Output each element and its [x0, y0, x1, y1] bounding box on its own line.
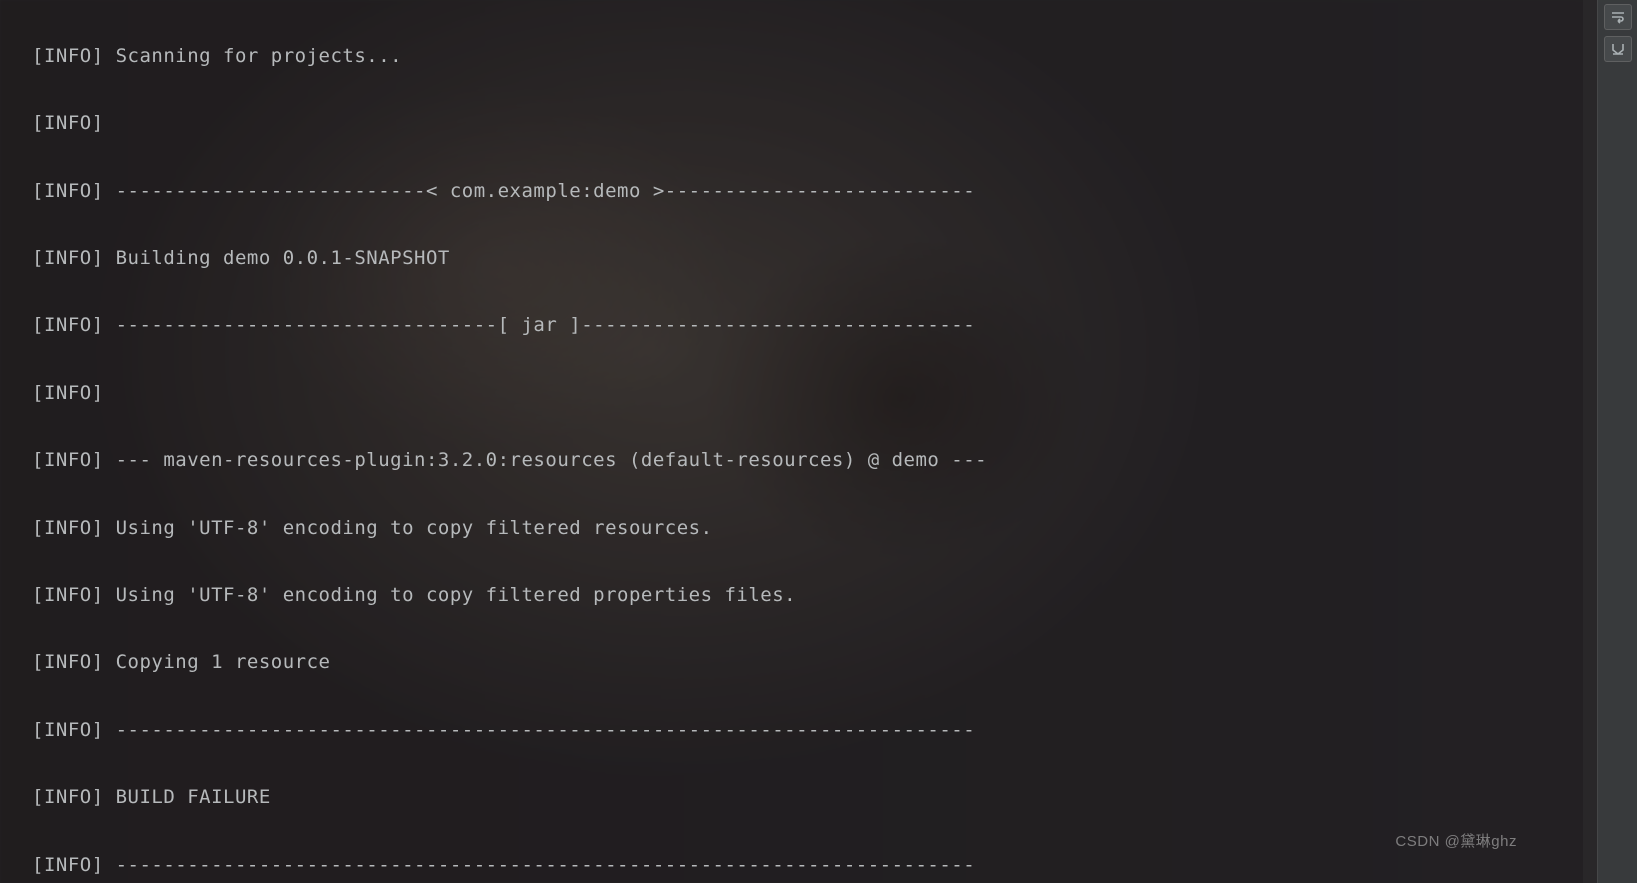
console-line: [INFO] Copying 1 resource	[32, 646, 1637, 680]
console-line: [INFO] Building demo 0.0.1-SNAPSHOT	[32, 242, 1637, 276]
console-line: [INFO] Scanning for projects...	[32, 40, 1637, 74]
console-gutter	[1597, 0, 1637, 883]
soft-wrap-button[interactable]	[1604, 4, 1632, 30]
console-line: [INFO] --------------------------------[…	[32, 309, 1637, 343]
console-line: [INFO] --------------------------< com.e…	[32, 175, 1637, 209]
console-output: [INFO] Scanning for projects... [INFO] […	[0, 0, 1637, 883]
console-line: [INFO] --- maven-resources-plugin:3.2.0:…	[32, 444, 1637, 478]
console-line: [INFO]	[32, 377, 1637, 411]
watermark-text: CSDN @黛琳ghz	[1395, 825, 1517, 859]
scroll-to-end-icon	[1610, 41, 1626, 57]
vertical-scrollbar[interactable]	[1583, 0, 1597, 883]
soft-wrap-icon	[1610, 9, 1626, 25]
console-line: [INFO] Using 'UTF-8' encoding to copy fi…	[32, 579, 1637, 613]
console-line: [INFO]	[32, 107, 1637, 141]
scroll-to-end-button[interactable]	[1604, 36, 1632, 62]
console-line: [INFO] BUILD FAILURE	[32, 781, 1637, 815]
console-line: [INFO] Using 'UTF-8' encoding to copy fi…	[32, 512, 1637, 546]
console-line: [INFO] ---------------------------------…	[32, 714, 1637, 748]
